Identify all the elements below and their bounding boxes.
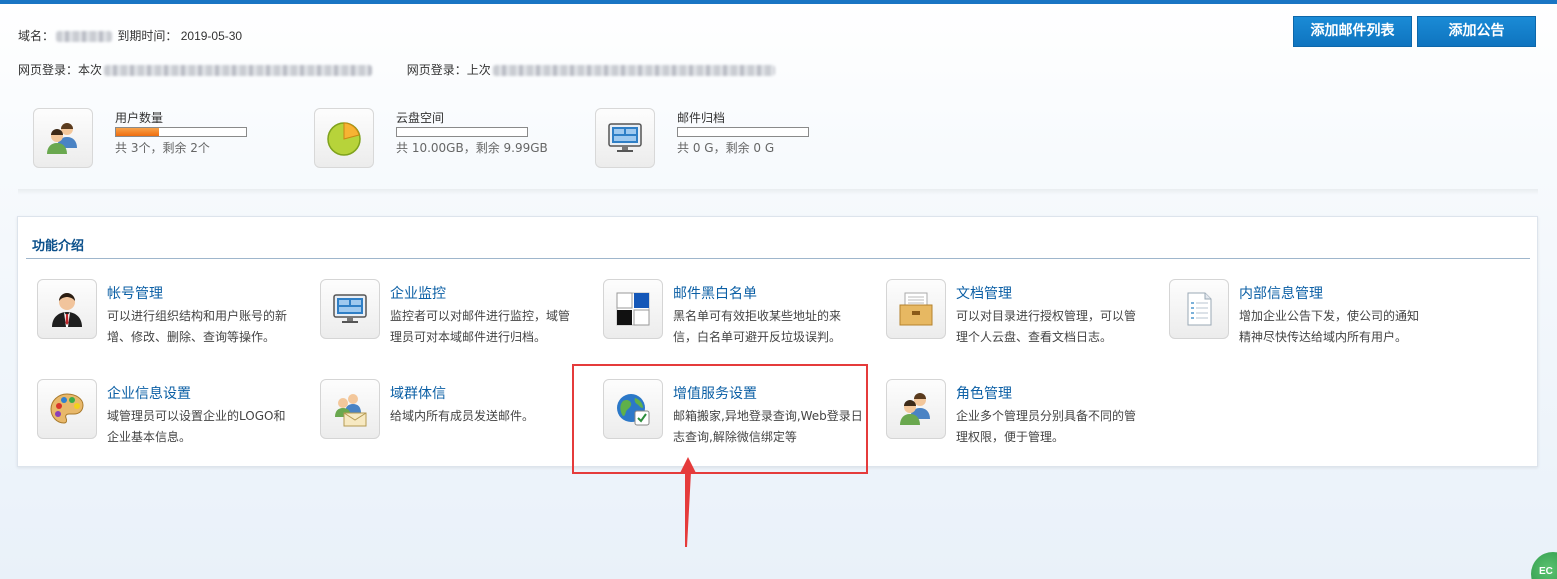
group-mail-icon[interactable]	[320, 379, 380, 439]
feature-title[interactable]: 角色管理	[956, 383, 1012, 403]
blackwhite-list-icon[interactable]	[603, 279, 663, 339]
pie-chart-icon	[314, 108, 374, 168]
feature-domain-group-mail[interactable]: 域群体信 给域内所有成员发送邮件。	[320, 379, 590, 449]
feature-document-management[interactable]: 文档管理 可以对目录进行授权管理，可以管理个人云盘、查看文档日志。	[886, 279, 1156, 349]
feature-title[interactable]: 邮件黑白名单	[673, 283, 757, 303]
monitor-icon	[595, 108, 655, 168]
stat-name: 云盘空间	[396, 111, 445, 125]
feature-account-management[interactable]: 帐号管理 可以进行组织结构和用户账号的新增、修改、删除、查询等操作。	[37, 279, 307, 349]
palette-icon[interactable]	[37, 379, 97, 439]
highlight-box	[572, 364, 868, 474]
feature-title[interactable]: 内部信息管理	[1239, 283, 1323, 303]
domain-label: 域名：	[18, 29, 55, 43]
annotation-arrow-icon	[680, 457, 696, 547]
stat-mail-archive: 邮件归档 共 0 G，剩余 0 G	[595, 108, 835, 170]
feature-title[interactable]: 域群体信	[390, 383, 446, 403]
feature-desc: 监控者可以对邮件进行监控，域管理员可对本域邮件进行归档。	[390, 309, 571, 344]
expire-date: 2019-05-30	[180, 29, 243, 43]
login-last-label: 网页登录：上次	[406, 63, 491, 77]
stat-desc: 共 3个，剩余 2个	[115, 141, 210, 155]
document-box-icon[interactable]	[886, 279, 946, 339]
feature-title[interactable]: 帐号管理	[107, 283, 163, 303]
stat-progress-bar	[115, 127, 247, 137]
stat-progress-bar	[396, 127, 528, 137]
feature-mail-blackwhite-list[interactable]: 邮件黑白名单 黑名单可有效拒收某些地址的来信，白名单可避开反垃圾误判。	[603, 279, 873, 349]
top-accent-bar	[0, 0, 1557, 4]
redacted-domain	[56, 31, 113, 43]
add-notice-button[interactable]: 添加公告	[1417, 16, 1536, 47]
notice-document-icon[interactable]	[1169, 279, 1229, 339]
panel-title-underline	[26, 258, 1530, 259]
users-icon	[33, 108, 93, 168]
section-divider	[18, 189, 1538, 195]
login-info-row: 网页登录：本次 网页登录：上次	[18, 61, 777, 78]
stat-name: 用户数量	[115, 111, 164, 125]
stat-name: 邮件归档	[677, 111, 726, 125]
add-mail-list-button[interactable]: 添加邮件列表	[1293, 16, 1412, 47]
feature-desc: 增加企业公告下发，使公司的通知精神尽快传达给域内所有用户。	[1239, 309, 1420, 344]
feature-title[interactable]: 文档管理	[956, 283, 1012, 303]
stat-progress-fill	[116, 128, 160, 136]
stat-user-count: 用户数量 共 3个，剩余 2个	[33, 108, 273, 170]
feature-title[interactable]: 企业监控	[390, 283, 446, 303]
stat-progress-bar	[677, 127, 809, 137]
redacted-login-last	[492, 65, 775, 77]
stat-cloud-space: 云盘空间 共 10.00GB，剩余 9.99GB	[314, 108, 554, 170]
stat-desc: 共 10.00GB，剩余 9.99GB	[396, 141, 548, 155]
feature-desc: 可以对目录进行授权管理，可以管理个人云盘、查看文档日志。	[956, 309, 1137, 344]
stat-desc: 共 0 G，剩余 0 G	[677, 141, 775, 155]
account-user-icon[interactable]	[37, 279, 97, 339]
domain-info-row: 域名： 到期时间： 2019-05-30	[18, 27, 242, 44]
feature-internal-info-management[interactable]: 内部信息管理 增加企业公告下发，使公司的通知精神尽快传达给域内所有用户。	[1169, 279, 1439, 349]
feature-desc: 给域内所有成员发送邮件。	[390, 409, 535, 423]
feature-desc: 可以进行组织结构和用户账号的新增、修改、删除、查询等操作。	[107, 309, 288, 344]
expire-label: 到期时间：	[117, 29, 178, 43]
feature-desc: 黑名单可有效拒收某些地址的来信，白名单可避开反垃圾误判。	[673, 309, 842, 344]
redacted-login-this	[104, 65, 373, 77]
feature-role-management[interactable]: 角色管理 企业多个管理员分别具备不同的管理权限，便于管理。	[886, 379, 1156, 449]
feature-desc: 域管理员可以设置企业的LOGO和企业基本信息。	[107, 409, 286, 444]
feature-enterprise-monitor[interactable]: 企业监控 监控者可以对邮件进行监控，域管理员可对本域邮件进行归档。	[320, 279, 590, 349]
roles-icon[interactable]	[886, 379, 946, 439]
feature-title[interactable]: 企业信息设置	[107, 383, 191, 403]
feature-enterprise-info-settings[interactable]: 企业信息设置 域管理员可以设置企业的LOGO和企业基本信息。	[37, 379, 307, 449]
panel-title: 功能介绍	[32, 239, 85, 254]
corner-badge-icon[interactable]: EC	[1531, 552, 1557, 579]
feature-desc: 企业多个管理员分别具备不同的管理权限，便于管理。	[956, 409, 1137, 444]
login-this-label: 网页登录：本次	[18, 63, 103, 77]
monitor-icon[interactable]	[320, 279, 380, 339]
